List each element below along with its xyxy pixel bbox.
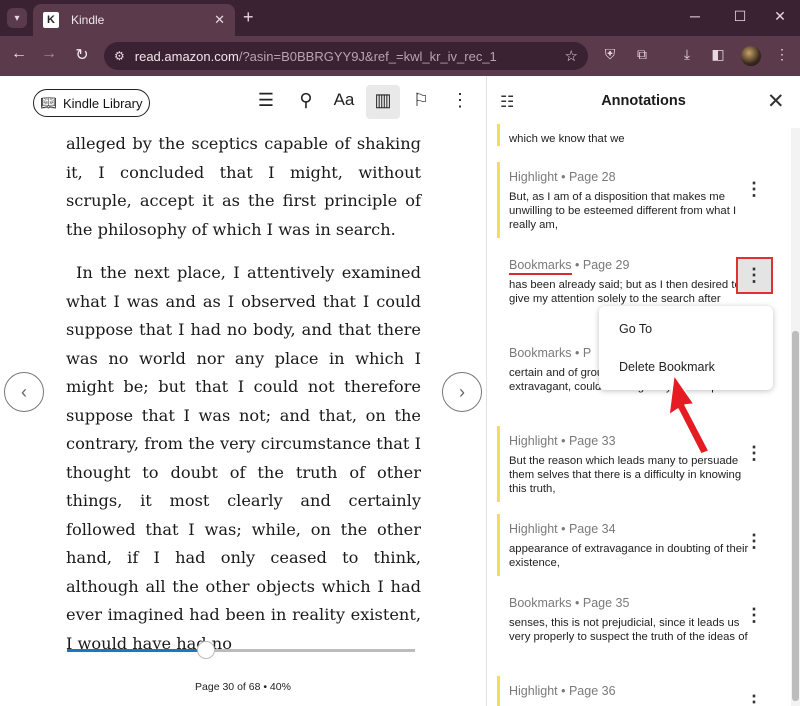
page-info: Page 30 of 68 • 40% [195,681,291,693]
annotation-meta: Highlight • Page 34 [509,522,616,536]
paragraph: In the next place, I attentively examine… [66,263,421,653]
annotation-item[interactable]: Highlight • Page 33 But the reason which… [497,426,759,502]
browser-toolbar: ← → ↻ ⚙ read.amazon.com/?asin=B0BBRGYY9J… [0,36,800,76]
next-page-icon[interactable]: › [442,372,482,412]
search-icon[interactable]: ⚲ [293,90,319,111]
tab-title: Kindle [71,13,105,27]
annotations-title: Annotations [601,93,686,109]
annotation-more-icon[interactable]: ⋮ [745,532,763,550]
reading-progress-slider[interactable] [67,641,415,659]
annotation-item[interactable]: Bookmarks • Page 29 has been already sai… [509,258,759,306]
browser-menu-icon[interactable]: ⋮ [771,46,793,63]
book-page-text: alleged by the sceptics capable of shaki… [66,130,421,658]
annotation-text: appearance of extravagance in doubting o… [509,543,749,569]
annotation-text: But, as I am of a disposition that makes… [509,191,737,231]
back-icon[interactable]: ← [7,45,31,63]
annotation-text: has been already said; but as I then des… [509,279,741,305]
extensions-puzzle-icon[interactable]: ⧉ [631,46,653,63]
close-tab-icon[interactable]: ✕ [214,12,225,28]
browser-tab-kindle[interactable]: K Kindle ✕ [33,4,235,36]
close-window-icon[interactable]: ✕ [765,8,795,25]
side-panel-icon[interactable]: ◧ [707,46,729,63]
address-bar[interactable]: ⚙ read.amazon.com/?asin=B0BBRGYY9J&ref_=… [104,42,588,70]
annotation-meta: Bookmarks • Page 35 [509,596,630,610]
scrollbar-thumb[interactable] [792,331,799,701]
url-text: read.amazon.com/?asin=B0BBRGYY9J&ref_=kw… [134,48,497,64]
annotation-text: But the reason which leads many to persu… [509,455,742,495]
annotation-arrow [668,374,710,455]
table-of-contents-icon[interactable]: ☰ [253,90,279,111]
menu-item-delete-bookmark[interactable]: Delete Bookmark [619,360,715,374]
kindle-library-label: Kindle Library [63,95,143,111]
previous-page-icon[interactable]: ‹ [4,372,44,412]
menu-item-go-to[interactable]: Go To [619,322,652,336]
bookmark-icon[interactable]: ⚐ [408,90,434,111]
book-open-icon: 📖︎ [40,95,57,110]
annotation-meta: Bookmarks • Page 29 [509,258,759,275]
new-tab-icon[interactable]: + [243,7,254,28]
more-options-icon[interactable]: ⋮ [447,90,473,111]
annotation-meta: Highlight • Page 36 [509,684,616,698]
font-settings-icon[interactable]: Aa [331,90,357,110]
site-info-icon[interactable]: ⚙ [114,49,125,63]
close-panel-icon[interactable]: ✕ [767,89,785,114]
progress-fill [67,649,207,652]
annotation-text: which we know that we [509,133,625,145]
annotation-meta: Highlight • Page 33 [509,434,616,448]
annotation-item[interactable]: Highlight • Page 28 But, as I am of a di… [497,162,759,238]
profile-avatar[interactable] [741,46,761,66]
paragraph: alleged by the sceptics capable of shaki… [66,134,421,239]
forward-icon[interactable]: → [37,45,61,63]
notebook-icon[interactable]: ▥ [370,90,396,111]
annotation-item[interactable]: which we know that we [497,124,759,146]
annotation-meta: Highlight • Page 28 [509,170,616,184]
browser-titlebar: ▾ K Kindle ✕ + ─ ☐ ✕ [0,0,800,36]
annotation-item[interactable]: Highlight • Page 34 appearance of extrav… [497,514,759,576]
reload-icon[interactable]: ↻ [70,45,94,65]
download-icon[interactable]: ⤓ [676,46,698,63]
reader-toolbar: 📖︎ Kindle Library ☰ ⚲ Aa ▥ ⚐ ⋮ [0,76,486,128]
kindle-library-button[interactable]: 📖︎ Kindle Library [33,89,150,117]
minimize-icon[interactable]: ─ [680,8,710,24]
annotation-item[interactable]: Highlight • Page 36 [497,676,759,706]
bookmark-star-icon[interactable]: ☆ [565,47,578,65]
annotation-more-icon[interactable]: ⋮ [745,444,763,462]
annotation-more-icon[interactable]: ⋮ [745,693,763,706]
shield-extension-icon[interactable]: ⛨ [599,46,621,63]
annotation-item[interactable]: Bookmarks • Page 35 senses, this is not … [509,596,759,644]
annotation-more-icon[interactable]: ⋮ [745,180,763,198]
kindle-reader: 📖︎ Kindle Library ☰ ⚲ Aa ▥ ⚐ ⋮ alleged b… [0,76,486,706]
tab-search-dropdown-icon[interactable]: ▾ [7,8,27,28]
maximize-icon[interactable]: ☐ [725,8,755,25]
annotation-more-icon-active[interactable]: ⋮ [745,266,763,284]
annotation-more-icon[interactable]: ⋮ [745,606,763,624]
kindle-favicon-icon: K [43,12,59,28]
bookmarks-label-underlined: Bookmarks [509,258,572,275]
annotation-text: senses, this is not prejudicial, since i… [509,617,748,643]
annotations-header: ☷ Annotations ✕ [487,76,800,128]
annotations-panel: ☷ Annotations ✕ which we know that we Hi… [487,76,800,706]
